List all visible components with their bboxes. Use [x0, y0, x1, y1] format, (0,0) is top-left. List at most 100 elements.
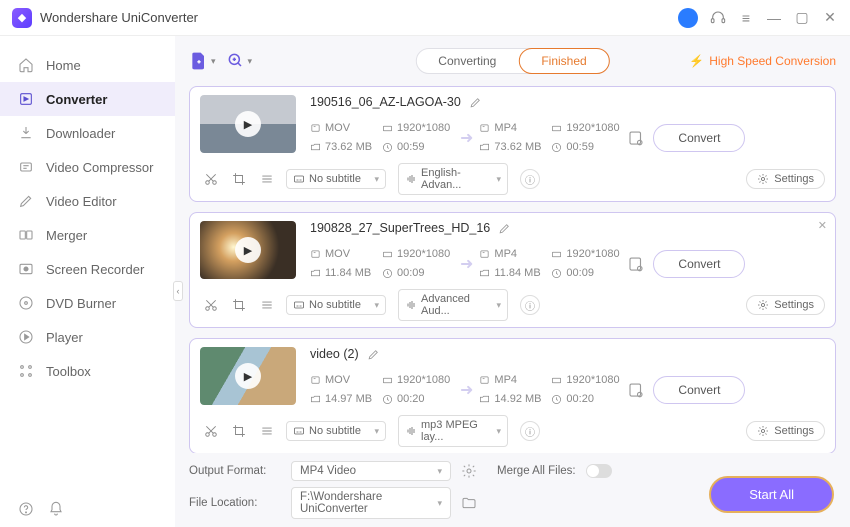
sidebar-item-home[interactable]: Home [0, 48, 175, 82]
audio-select[interactable]: mp3 MPEG lay...▾ [398, 415, 508, 447]
merge-toggle[interactable] [586, 464, 612, 478]
audio-select[interactable]: English-Advan...▾ [398, 163, 508, 195]
file-card: ▶ 190516_06_AZ-LAGOA-30 MOV 73.62 MB 192… [189, 86, 836, 202]
filename: 190828_27_SuperTrees_HD_16 [310, 221, 490, 235]
thumbnail[interactable]: ▶ [200, 347, 296, 405]
convert-button[interactable]: Convert [653, 376, 745, 404]
close-icon[interactable]: ✕ [822, 9, 838, 26]
output-settings-icon[interactable] [461, 463, 477, 479]
rename-icon[interactable] [469, 96, 482, 109]
output-settings-icon[interactable] [627, 255, 645, 273]
subtitle-icon [293, 299, 305, 311]
toolbar: ▾ ▾ Converting Finished ⚡ High Speed Con… [189, 46, 836, 76]
arrow-icon: ➜ [454, 128, 479, 148]
sidebar: Home Converter DownloaderVideo CompressorV… [0, 36, 175, 527]
effects-icon[interactable] [260, 298, 274, 312]
sidebar-item-merger[interactable]: Merger [0, 218, 175, 252]
merge-label: Merge All Files: [497, 465, 576, 477]
sidebar-label: Home [46, 58, 81, 73]
effects-icon[interactable] [260, 172, 274, 186]
src-format: MOV [310, 122, 382, 134]
src-res: 1920*1080 [382, 248, 454, 260]
sidebar-item-video-editor[interactable]: Video Editor [0, 184, 175, 218]
tab-converting[interactable]: Converting [416, 49, 518, 73]
titlebar: ◆ Wondershare UniConverter ≡ — ▢ ✕ [0, 0, 850, 36]
subtitle-select[interactable]: No subtitle▾ [286, 421, 386, 441]
crop-icon[interactable] [232, 424, 246, 438]
remove-item-icon[interactable]: ✕ [818, 219, 827, 232]
thumbnail[interactable]: ▶ [200, 95, 296, 153]
file-list: ▶ 190516_06_AZ-LAGOA-30 MOV 73.62 MB 192… [189, 86, 836, 453]
item-settings-button[interactable]: Settings [746, 169, 825, 189]
src-res: 1920*1080 [382, 122, 454, 134]
rename-icon[interactable] [367, 348, 380, 361]
support-icon[interactable] [710, 10, 726, 26]
subtitle-icon [293, 173, 305, 185]
tab-finished[interactable]: Finished [518, 48, 609, 74]
convert-button[interactable]: Convert [653, 124, 745, 152]
src-dur: 00:09 [382, 267, 454, 279]
sidebar-item-dvd-burner[interactable]: DVD Burner [0, 286, 175, 320]
user-avatar[interactable] [678, 8, 698, 28]
effects-icon[interactable] [260, 424, 274, 438]
main-panel: ▾ ▾ Converting Finished ⚡ High Speed Con… [175, 36, 850, 527]
add-file-button[interactable]: ▾ [189, 51, 216, 71]
info-icon[interactable]: ⓘ [520, 169, 540, 189]
src-dur: 00:59 [382, 141, 454, 153]
sidebar-label: Merger [46, 228, 87, 243]
dst-format: MP4 [479, 122, 551, 134]
sidebar-label: Converter [46, 92, 107, 107]
trim-icon[interactable] [204, 424, 218, 438]
help-icon[interactable] [18, 501, 34, 517]
sidebar-item-screen-recorder[interactable]: Screen Recorder [0, 252, 175, 286]
file-location-select[interactable]: F:\Wondershare UniConverter▾ [291, 487, 451, 519]
item-settings-button[interactable]: Settings [746, 295, 825, 315]
compress-icon [18, 159, 34, 175]
bolt-icon: ⚡ [689, 54, 704, 68]
dst-size: 11.84 MB [479, 267, 551, 279]
trim-icon[interactable] [204, 172, 218, 186]
dst-dur: 00:20 [551, 393, 623, 405]
crop-icon[interactable] [232, 298, 246, 312]
thumbnail[interactable]: ▶ [200, 221, 296, 279]
item-settings-button[interactable]: Settings [746, 421, 825, 441]
record-icon [18, 261, 34, 277]
dst-format: MP4 [479, 248, 551, 260]
sidebar-item-toolbox[interactable]: Toolbox [0, 354, 175, 388]
sidebar-item-player[interactable]: Player [0, 320, 175, 354]
high-speed-link[interactable]: ⚡ High Speed Conversion [689, 54, 836, 68]
output-format-select[interactable]: MP4 Video▾ [291, 461, 451, 481]
convert-button[interactable]: Convert [653, 250, 745, 278]
merge-icon [18, 227, 34, 243]
convert-icon [18, 91, 34, 107]
dst-size: 14.92 MB [479, 393, 551, 405]
app-title: Wondershare UniConverter [40, 10, 198, 25]
trim-icon[interactable] [204, 298, 218, 312]
output-settings-icon[interactable] [627, 381, 645, 399]
sidebar-item-converter[interactable]: Converter [0, 82, 175, 116]
subtitle-select[interactable]: No subtitle▾ [286, 295, 386, 315]
dst-dur: 00:09 [551, 267, 623, 279]
file-location-label: File Location: [189, 497, 281, 509]
output-settings-icon[interactable] [627, 129, 645, 147]
crop-icon[interactable] [232, 172, 246, 186]
menu-icon[interactable]: ≡ [738, 10, 754, 26]
home-icon [18, 57, 34, 73]
play-icon: ▶ [235, 363, 261, 389]
add-url-button[interactable]: ▾ [226, 51, 253, 71]
sidebar-item-downloader[interactable]: Downloader [0, 116, 175, 150]
rename-icon[interactable] [498, 222, 511, 235]
maximize-icon[interactable]: ▢ [794, 9, 810, 26]
subtitle-select[interactable]: No subtitle▾ [286, 169, 386, 189]
browse-folder-icon[interactable] [461, 495, 477, 511]
info-icon[interactable]: ⓘ [520, 421, 540, 441]
info-icon[interactable]: ⓘ [520, 295, 540, 315]
sidebar-item-video-compressor[interactable]: Video Compressor [0, 150, 175, 184]
file-card: ✕ ▶ 190828_27_SuperTrees_HD_16 MOV 11.84… [189, 212, 836, 328]
dst-res: 1920*1080 [551, 122, 623, 134]
minimize-icon[interactable]: — [766, 10, 782, 26]
notification-icon[interactable] [48, 501, 64, 517]
src-size: 11.84 MB [310, 267, 382, 279]
start-all-button[interactable]: Start All [709, 476, 834, 513]
audio-select[interactable]: Advanced Aud...▾ [398, 289, 508, 321]
